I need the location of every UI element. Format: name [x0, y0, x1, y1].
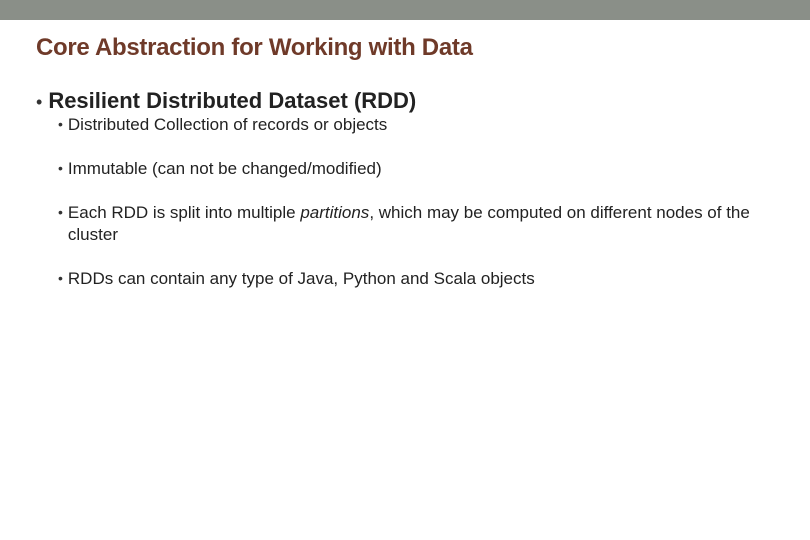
- list-item: • Distributed Collection of records or o…: [58, 114, 774, 136]
- bullet-icon: •: [36, 93, 42, 111]
- slide-content: Core Abstraction for Working with Data •…: [0, 20, 810, 540]
- sub-bullet-text: RDDs can contain any type of Java, Pytho…: [68, 268, 535, 290]
- sub-bullet-text: Immutable (can not be changed/modified): [68, 158, 382, 180]
- text-italic: partitions: [300, 203, 369, 222]
- bullet-icon: •: [58, 271, 63, 285]
- list-item: • Each RDD is split into multiple partit…: [58, 202, 774, 246]
- sub-bullet-text: Distributed Collection of records or obj…: [68, 114, 387, 136]
- list-item: • Immutable (can not be changed/modified…: [58, 158, 774, 180]
- list-item: • Resilient Distributed Dataset (RDD) • …: [36, 88, 774, 290]
- bullet-icon: •: [58, 161, 63, 175]
- heading-text: Resilient Distributed Dataset (RDD): [48, 88, 416, 114]
- bullet-list-level2: • Distributed Collection of records or o…: [58, 114, 774, 290]
- list-item: • RDDs can contain any type of Java, Pyt…: [58, 268, 774, 290]
- text-pre: Each RDD is split into multiple: [68, 203, 300, 222]
- slide-top-bar: [0, 0, 810, 20]
- bullet-icon: •: [58, 205, 63, 219]
- sub-bullet-text: Each RDD is split into multiple partitio…: [68, 202, 774, 246]
- bullet-icon: •: [58, 117, 63, 131]
- bullet-list-level1: • Resilient Distributed Dataset (RDD) • …: [36, 88, 774, 290]
- slide-title: Core Abstraction for Working with Data: [36, 34, 774, 62]
